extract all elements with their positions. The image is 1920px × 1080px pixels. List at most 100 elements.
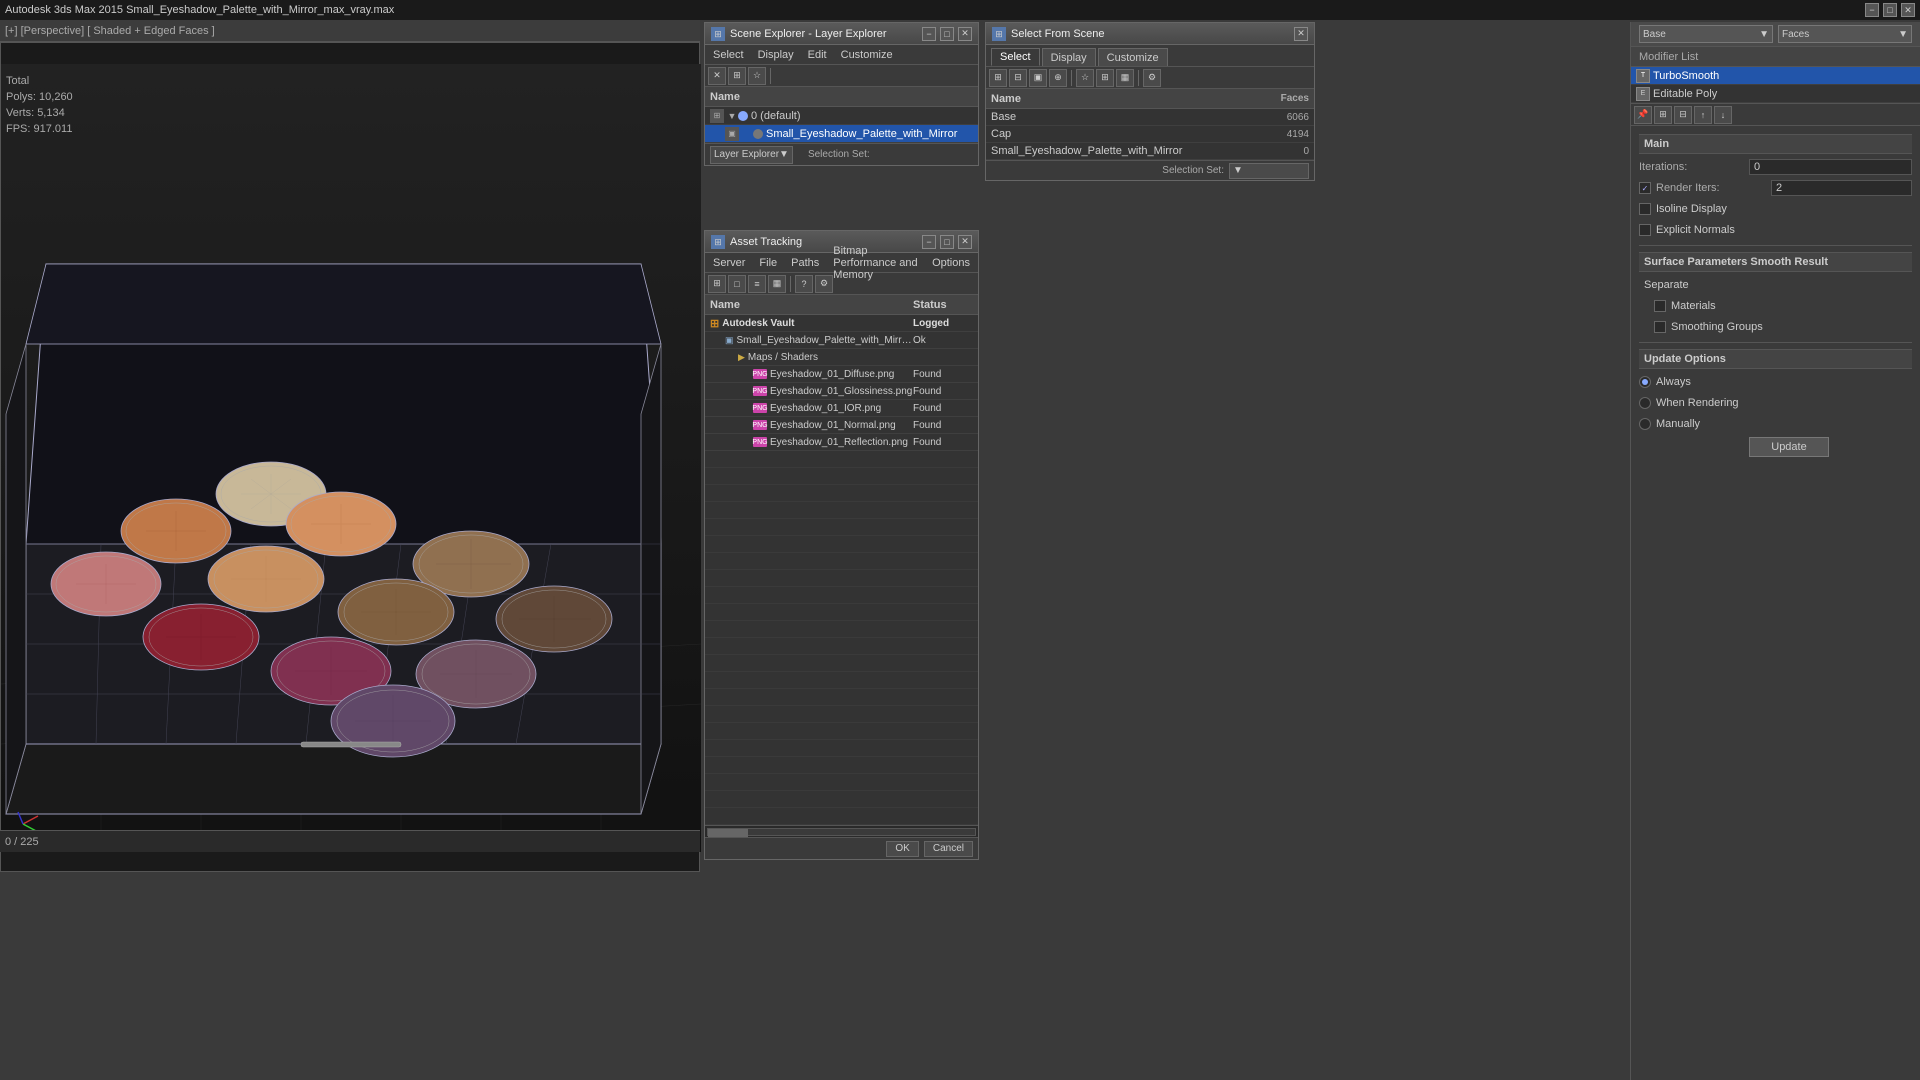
maximize-button[interactable]: □: [1883, 3, 1897, 17]
close-button[interactable]: ✕: [1901, 3, 1915, 17]
at-empty-rows: [705, 451, 978, 825]
rp-update-section[interactable]: Update Options: [1639, 349, 1912, 369]
se-object-row[interactable]: ▣ Small_Eyeshadow_Palette_with_Mirror: [705, 125, 978, 143]
at-menu-bitmap[interactable]: Bitmap Performance and Memory: [830, 245, 921, 281]
sfs-tab-display[interactable]: Display: [1042, 48, 1096, 66]
at-empty-row: [705, 706, 978, 723]
sfs-btn6[interactable]: ⊞: [1096, 69, 1114, 87]
at-scroll-track[interactable]: [707, 828, 976, 836]
rp-stack-turbos[interactable]: T TurboSmooth: [1631, 67, 1920, 85]
se-menu-edit[interactable]: Edit: [805, 49, 830, 61]
at-restore-btn[interactable]: □: [940, 235, 954, 249]
at-vault-status: Logged: [913, 318, 973, 329]
sfs-btn1[interactable]: ⊞: [989, 69, 1007, 87]
rp-stack-btn4[interactable]: ↑: [1694, 106, 1712, 124]
at-close-btn[interactable]: ✕: [958, 235, 972, 249]
at-asset-row-5[interactable]: PNG Eyeshadow_01_Reflection.png Found: [705, 434, 978, 451]
rp-explicit-checkbox[interactable]: [1639, 224, 1651, 236]
sfs-tab-customize[interactable]: Customize: [1098, 48, 1168, 66]
at-cancel-button[interactable]: Cancel: [924, 841, 973, 857]
at-vault-name: Autodesk Vault: [722, 318, 913, 329]
at-btn4[interactable]: ▦: [768, 275, 786, 293]
rp-stack-btn3[interactable]: ⊟: [1674, 106, 1692, 124]
rp-render-iters-checkbox[interactable]: [1639, 182, 1651, 194]
at-asset-2-name: Eyeshadow_01_Glossiness.png: [770, 386, 913, 397]
se-menu-select[interactable]: Select: [710, 49, 747, 61]
se-close-btn[interactable]: ✕: [958, 27, 972, 41]
rp-materials-row: Materials: [1654, 297, 1912, 315]
sfs-tab-select[interactable]: Select: [991, 48, 1040, 66]
sfs-col-faces-label: Faces: [1254, 93, 1309, 104]
se-layer-row[interactable]: ⊞ ▼ 0 (default): [705, 107, 978, 125]
at-btn5[interactable]: ?: [795, 275, 813, 293]
rp-manually-radio[interactable]: [1639, 418, 1651, 430]
sfs-row-base[interactable]: Base 6066: [986, 109, 1314, 126]
rp-always-radio[interactable]: [1639, 376, 1651, 388]
at-scroll-thumb[interactable]: [708, 829, 748, 837]
at-asset-row-4[interactable]: PNG Eyeshadow_01_Normal.png Found: [705, 417, 978, 434]
sfs-btn5[interactable]: ☆: [1076, 69, 1094, 87]
at-menu-paths[interactable]: Paths: [788, 257, 822, 269]
rp-render-iters-input[interactable]: 2: [1771, 180, 1912, 196]
rp-iterations-input[interactable]: 0: [1749, 159, 1912, 175]
rp-turbos-label: TurboSmooth: [1653, 70, 1719, 82]
at-asset-row-2[interactable]: PNG Eyeshadow_01_Glossiness.png Found: [705, 383, 978, 400]
at-folder-row[interactable]: ▶ Maps / Shaders: [705, 349, 978, 366]
sfs-toolbar: ⊞ ⊟ ▣ ⊕ ☆ ⊞ ▦ ⚙: [986, 67, 1314, 89]
at-btn1[interactable]: ⊞: [708, 275, 726, 293]
se-column-header: Name: [705, 87, 978, 107]
rp-stack-editpoly[interactable]: E Editable Poly: [1631, 85, 1920, 103]
at-file-row[interactable]: ▣ Small_Eyeshadow_Palette_with_Mirror_ma…: [705, 332, 978, 349]
rp-pin-btn[interactable]: 📌: [1634, 106, 1652, 124]
rp-isoline-checkbox[interactable]: [1639, 203, 1651, 215]
at-ok-button[interactable]: OK: [886, 841, 918, 857]
sfs-row-cap[interactable]: Cap 4194: [986, 126, 1314, 143]
sfs-btn3[interactable]: ▣: [1029, 69, 1047, 87]
sfs-btn7[interactable]: ▦: [1116, 69, 1134, 87]
sfs-btn4[interactable]: ⊕: [1049, 69, 1067, 87]
sfs-btn2[interactable]: ⊟: [1009, 69, 1027, 87]
at-asset-row-3[interactable]: PNG Eyeshadow_01_IOR.png Found: [705, 400, 978, 417]
minimize-button[interactable]: −: [1865, 3, 1879, 17]
rp-divider-2: [1639, 342, 1912, 343]
se-layer-dropdown[interactable]: Layer Explorer ▼: [710, 146, 793, 164]
se-menu-customize[interactable]: Customize: [838, 49, 896, 61]
rp-materials-checkbox[interactable]: [1654, 300, 1666, 312]
at-btn6[interactable]: ⚙: [815, 275, 833, 293]
se-expand-icon[interactable]: ▼: [726, 111, 738, 121]
asset-tracking-panel: ⊞ Asset Tracking − □ ✕ Server File Paths…: [704, 230, 979, 860]
viewport[interactable]: Total Polys: 10,260 Verts: 5,134 FPS: 91…: [0, 42, 700, 872]
at-vault-row[interactable]: ⊞ Autodesk Vault Logged: [705, 315, 978, 332]
sfs-btn8[interactable]: ⚙: [1143, 69, 1161, 87]
at-empty-row: [705, 689, 978, 706]
se-menu-display[interactable]: Display: [755, 49, 797, 61]
verts-stat: Verts: 5,134: [6, 105, 73, 121]
rp-header-dropdown[interactable]: Base ▼: [1639, 25, 1773, 43]
se-toolbar-btn1[interactable]: ✕: [708, 67, 726, 85]
sfs-selection-dropdown[interactable]: ▼: [1229, 163, 1309, 179]
at-minimize-btn[interactable]: −: [922, 235, 936, 249]
rp-main-section[interactable]: Main: [1639, 134, 1912, 154]
se-restore-btn[interactable]: □: [940, 27, 954, 41]
rp-stack-btn5[interactable]: ↓: [1714, 106, 1732, 124]
at-btn2[interactable]: □: [728, 275, 746, 293]
rp-surface-section[interactable]: Surface Parameters Smooth Result: [1639, 252, 1912, 272]
rp-faces-dropdown[interactable]: Faces ▼: [1778, 25, 1912, 43]
rp-stack-btn2[interactable]: ⊞: [1654, 106, 1672, 124]
sfs-close-btn[interactable]: ✕: [1294, 27, 1308, 41]
rp-whenrendering-radio[interactable]: [1639, 397, 1651, 409]
at-menu-file[interactable]: File: [756, 257, 780, 269]
at-scrollbar[interactable]: [705, 825, 978, 837]
at-asset-3-status: Found: [913, 403, 973, 414]
at-asset-1-name: Eyeshadow_01_Diffuse.png: [770, 369, 913, 380]
at-menu-server[interactable]: Server: [710, 257, 748, 269]
rp-update-button[interactable]: Update: [1749, 437, 1829, 457]
at-asset-row-1[interactable]: PNG Eyeshadow_01_Diffuse.png Found: [705, 366, 978, 383]
se-toolbar-btn3[interactable]: ☆: [748, 67, 766, 85]
at-btn3[interactable]: ≡: [748, 275, 766, 293]
at-menu-options[interactable]: Options: [929, 257, 973, 269]
rp-smoothgroups-checkbox[interactable]: [1654, 321, 1666, 333]
se-toolbar-btn2[interactable]: ⊞: [728, 67, 746, 85]
sfs-row-palette[interactable]: Small_Eyeshadow_Palette_with_Mirror 0: [986, 143, 1314, 160]
se-minimize-btn[interactable]: −: [922, 27, 936, 41]
